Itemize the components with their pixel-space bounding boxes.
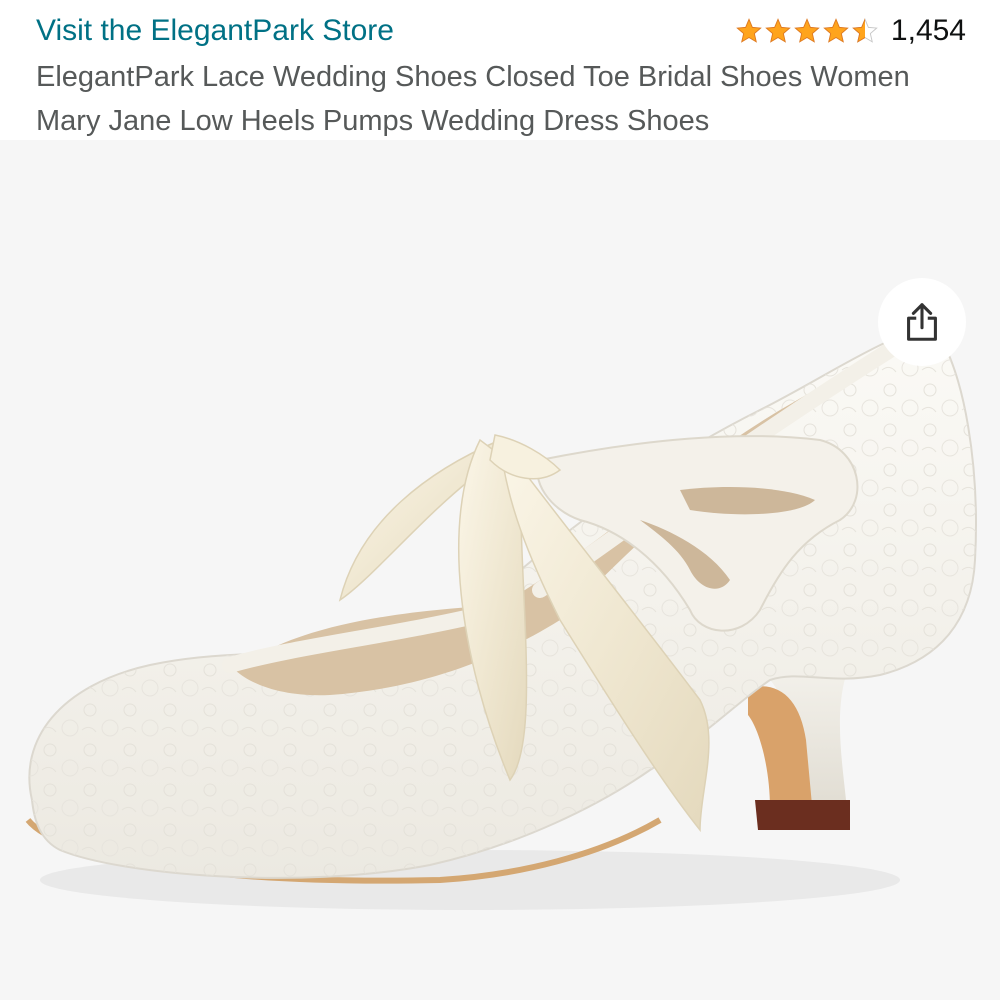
star-full-icon bbox=[736, 18, 762, 43]
product-photo-shoe bbox=[25, 317, 977, 910]
star-half-icon bbox=[852, 18, 878, 43]
product-header: Visit the ElegantPark Store 1,454 Elegan… bbox=[0, 0, 1000, 140]
star-rating bbox=[735, 17, 879, 45]
rating-summary[interactable]: 1,454 bbox=[735, 12, 966, 50]
star-full-icon bbox=[823, 18, 849, 43]
share-icon bbox=[907, 303, 937, 341]
product-image-gallery[interactable] bbox=[0, 140, 1000, 1000]
rating-count[interactable]: 1,454 bbox=[891, 12, 966, 50]
star-full-icon bbox=[794, 18, 820, 43]
star-full-icon bbox=[765, 18, 791, 43]
product-title: ElegantPark Lace Wedding Shoes Closed To… bbox=[36, 61, 910, 137]
visit-store-link[interactable]: Visit the ElegantPark Store bbox=[36, 12, 394, 50]
share-button[interactable] bbox=[878, 278, 966, 366]
